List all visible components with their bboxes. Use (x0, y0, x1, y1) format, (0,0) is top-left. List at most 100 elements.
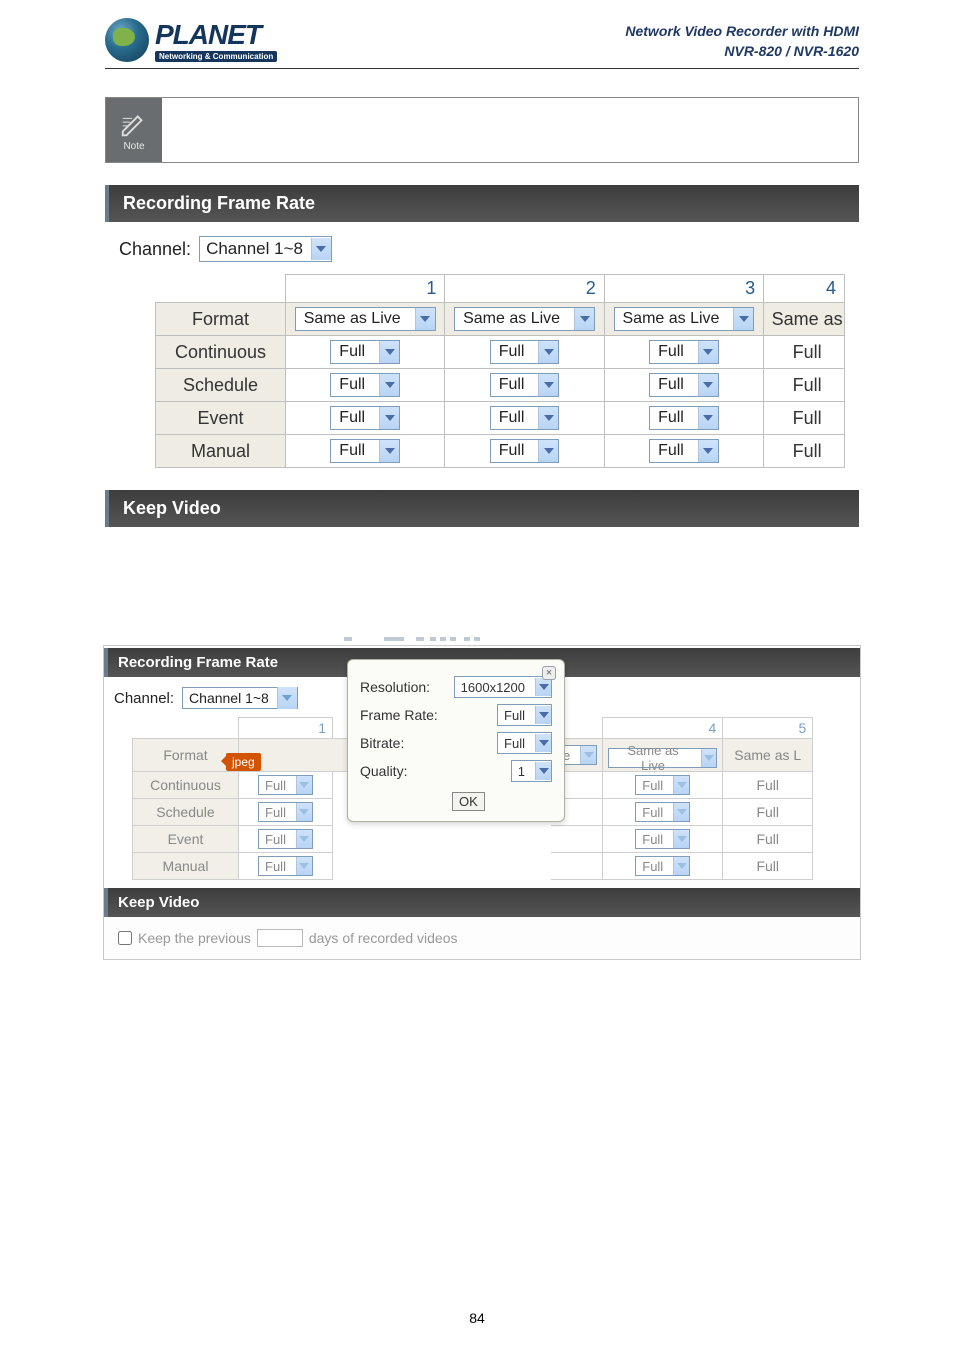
recording-frame-rate-table: 1 2 3 4 Format Same as Live Same as Live… (155, 274, 845, 468)
keep-previous-checkbox[interactable] (118, 931, 132, 945)
bitrate-label: Bitrate: (360, 735, 404, 751)
continuous-4: Full (764, 336, 845, 369)
event-1[interactable]: Full (330, 406, 400, 430)
chevron-down-icon (379, 440, 399, 462)
man-5b: Full (723, 853, 813, 880)
days-input[interactable] (257, 929, 303, 947)
row2-continuous: Continuous (133, 772, 239, 799)
quality-select[interactable]: 1 (511, 760, 552, 782)
channel-label: Channel: (119, 239, 191, 260)
resolution-select[interactable]: 1600x1200 (454, 676, 552, 698)
chevron-down-icon (698, 440, 718, 462)
product-line1: Network Video Recorder with HDMI (625, 22, 859, 42)
framerate-select[interactable]: Full (497, 704, 552, 726)
continuous-2[interactable]: Full (490, 340, 560, 364)
row-event: Event (156, 402, 286, 435)
col-num-4: 4 (764, 275, 845, 303)
logo-brand: PLANET (155, 19, 277, 51)
schedule-1[interactable]: Full (330, 373, 400, 397)
chevron-down-icon (574, 308, 594, 330)
chevron-down-icon (698, 374, 718, 396)
keep-video-header-2: Keep Video (104, 888, 860, 917)
fmt-4[interactable]: Same as Live (608, 748, 717, 768)
cont-1b[interactable]: Full (258, 775, 313, 795)
event-2[interactable]: Full (490, 406, 560, 430)
row2-schedule: Schedule (133, 799, 239, 826)
cont-4b[interactable]: Full (635, 775, 690, 795)
row2-event: Event (133, 826, 239, 853)
ghost-marks (344, 634, 602, 644)
product-line2: NVR-820 / NVR-1620 (625, 42, 859, 62)
cont-5b: Full (723, 772, 813, 799)
schedule-3[interactable]: Full (649, 373, 719, 397)
manual-2[interactable]: Full (490, 439, 560, 463)
row-schedule: Schedule (156, 369, 286, 402)
man-4b[interactable]: Full (635, 856, 690, 876)
chevron-down-icon (296, 776, 312, 794)
channel-select-2-value: Channel 1~8 (189, 690, 269, 706)
continuous-1[interactable]: Full (330, 340, 400, 364)
note-label: Note (123, 141, 144, 152)
settings-popup: × Resolution: 1600x1200 Frame Rate: Full… (347, 659, 565, 822)
format-select-3[interactable]: Same as Live (614, 307, 755, 331)
sch-4b[interactable]: Full (635, 802, 690, 822)
manual-3[interactable]: Full (649, 439, 719, 463)
keep-video-header: Keep Video (105, 490, 859, 527)
event-3[interactable]: Full (649, 406, 719, 430)
format-select-1[interactable]: Same as Live (295, 307, 436, 331)
screenshot-2: Recording Frame Rate Channel: Channel 1~… (103, 645, 861, 960)
framerate-label: Frame Rate: (360, 707, 438, 723)
chevron-down-icon (698, 407, 718, 429)
man-1b[interactable]: Full (258, 856, 313, 876)
bitrate-select[interactable]: Full (497, 732, 552, 754)
continuous-3[interactable]: Full (649, 340, 719, 364)
chevron-down-icon (538, 341, 558, 363)
keep-previous-label: Keep the previous (138, 930, 251, 946)
recording-frame-rate-header: Recording Frame Rate (105, 185, 859, 222)
chevron-down-icon (538, 440, 558, 462)
evt-1b[interactable]: Full (258, 829, 313, 849)
ok-button[interactable]: OK (452, 792, 485, 811)
quality-label: Quality: (360, 763, 407, 779)
keep-days-suffix: days of recorded videos (309, 930, 458, 946)
page-number: 84 (0, 1310, 954, 1326)
chevron-down-icon (311, 238, 331, 260)
channel-select[interactable]: Channel 1~8 (199, 236, 332, 262)
chevron-down-icon (535, 678, 551, 696)
resolution-label: Resolution: (360, 679, 430, 695)
col-5: 5 (723, 718, 813, 739)
evt-5b: Full (723, 826, 813, 853)
sch-5b: Full (723, 799, 813, 826)
logo: PLANET Networking & Communication (105, 18, 277, 62)
channel-label-2: Channel: (114, 690, 174, 707)
row2-manual: Manual (133, 853, 239, 880)
schedule-2[interactable]: Full (490, 373, 560, 397)
close-button[interactable]: × (542, 666, 556, 680)
chevron-down-icon (296, 830, 312, 848)
format-select-2[interactable]: Same as Live (454, 307, 595, 331)
sch-1b[interactable]: Full (258, 802, 313, 822)
chevron-down-icon (379, 374, 399, 396)
col-1: 1 (239, 718, 333, 739)
manual-4: Full (764, 435, 845, 468)
row-manual: Manual (156, 435, 286, 468)
evt-4b[interactable]: Full (635, 829, 690, 849)
row-continuous: Continuous (156, 336, 286, 369)
chevron-down-icon (379, 341, 399, 363)
chevron-down-icon (538, 374, 558, 396)
chevron-down-icon (673, 803, 689, 821)
format-row-label: Format (156, 303, 286, 336)
manual-1[interactable]: Full (330, 439, 400, 463)
format-select-4-truncated: Same as (772, 309, 843, 329)
channel-select-value: Channel 1~8 (206, 239, 303, 259)
chevron-down-icon (733, 308, 753, 330)
note-icon (119, 109, 149, 139)
col-4: 4 (603, 718, 723, 739)
chevron-down-icon (701, 749, 716, 767)
chevron-down-icon (277, 687, 297, 709)
chevron-down-icon (379, 407, 399, 429)
chevron-down-icon (296, 857, 312, 875)
chevron-down-icon (535, 706, 551, 724)
channel-select-2[interactable]: Channel 1~8 (182, 687, 298, 709)
chevron-down-icon (415, 308, 435, 330)
